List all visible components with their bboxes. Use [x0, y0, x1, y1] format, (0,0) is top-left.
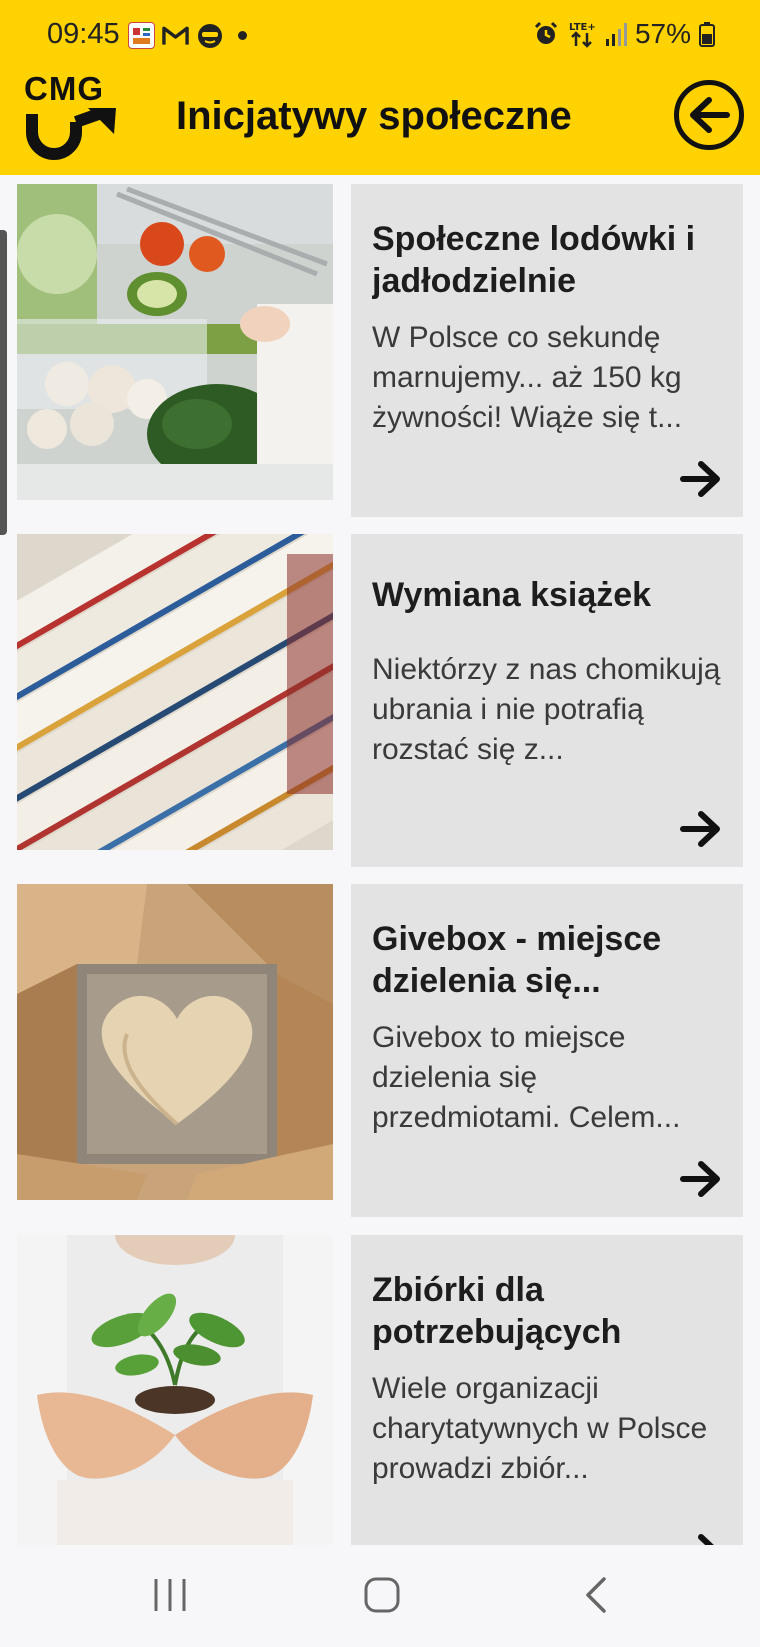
arrow-right-icon[interactable]: [679, 1159, 723, 1199]
logo-arrow-mark: [26, 108, 116, 160]
recent-apps-icon[interactable]: [148, 1575, 192, 1615]
card-description: Givebox to miejsce dzielenia się przedmi…: [372, 1021, 681, 1134]
arrow-right-icon[interactable]: [679, 809, 723, 849]
battery-icon: [699, 22, 715, 47]
app-header: 09:45 LTE+ 57% CMG Inicjatywy społeczne: [0, 0, 760, 175]
gmail-icon: [162, 22, 189, 49]
app-mascot-icon: [196, 22, 223, 49]
more-notifications-dot: [238, 31, 247, 40]
card-panel: Społeczne lodówki i jadłodzielnie W Pols…: [351, 184, 743, 517]
arrow-left-icon: [690, 97, 730, 133]
arrow-right-icon[interactable]: [679, 1532, 723, 1545]
books-stack-image: [17, 534, 333, 850]
alarm-icon: [534, 21, 558, 44]
notification-icons: [128, 22, 247, 49]
status-right: LTE+ 57%: [533, 18, 715, 50]
card-description: Wiele organizacji charytatywnych w Polsc…: [372, 1372, 708, 1485]
initiative-card[interactable]: Wymiana książek Niektórzy z nas chomikuj…: [17, 534, 743, 867]
heart-box-image: [17, 884, 333, 1200]
card-title: Wymiana książek: [372, 576, 652, 614]
logo-text: CMG: [24, 70, 104, 107]
card-title: Zbiórki dla potrzebujących: [372, 1271, 622, 1351]
status-time: 09:45: [47, 18, 120, 50]
card-title: Givebox - miejsce dzielenia się...: [372, 920, 662, 1000]
battery-percent: 57%: [634, 18, 691, 49]
status-bar: 09:45 LTE+ 57%: [0, 0, 760, 72]
svg-text:LTE+: LTE+: [569, 22, 596, 33]
back-icon[interactable]: [574, 1575, 618, 1615]
arrow-right-icon[interactable]: [679, 459, 723, 499]
initiative-card[interactable]: Zbiórki dla potrzebujących Wiele organiz…: [17, 1235, 743, 1545]
system-nav-bar: [0, 1545, 760, 1647]
card-description: W Polsce co sekundę marnujemy... aż 150 …: [372, 321, 683, 434]
card-panel: Wymiana książek Niektórzy z nas chomikuj…: [351, 534, 743, 867]
scroll-indicator[interactable]: [0, 230, 7, 535]
lte-icon: LTE+: [569, 22, 596, 48]
initiative-card[interactable]: Givebox - miejsce dzielenia się... Giveb…: [17, 884, 743, 1217]
app-notification-icon: [128, 22, 155, 49]
page-title: Inicjatywy społeczne: [176, 94, 572, 138]
cmg-logo: CMG: [24, 70, 118, 160]
fridge-vegetables-image: [17, 184, 333, 500]
hands-plant-image: [17, 1235, 333, 1545]
card-title: Społeczne lodówki i jadłodzielnie: [372, 220, 696, 300]
home-icon[interactable]: [360, 1575, 404, 1615]
initiative-card[interactable]: Społeczne lodówki i jadłodzielnie W Pols…: [17, 184, 743, 517]
signal-icon: [605, 23, 627, 46]
card-panel: Givebox - miejsce dzielenia się... Giveb…: [351, 884, 743, 1217]
card-description: Niektórzy z nas chomikują ubrania i nie …: [372, 653, 721, 766]
back-button[interactable]: [674, 80, 744, 150]
card-panel: Zbiórki dla potrzebujących Wiele organiz…: [351, 1235, 743, 1545]
